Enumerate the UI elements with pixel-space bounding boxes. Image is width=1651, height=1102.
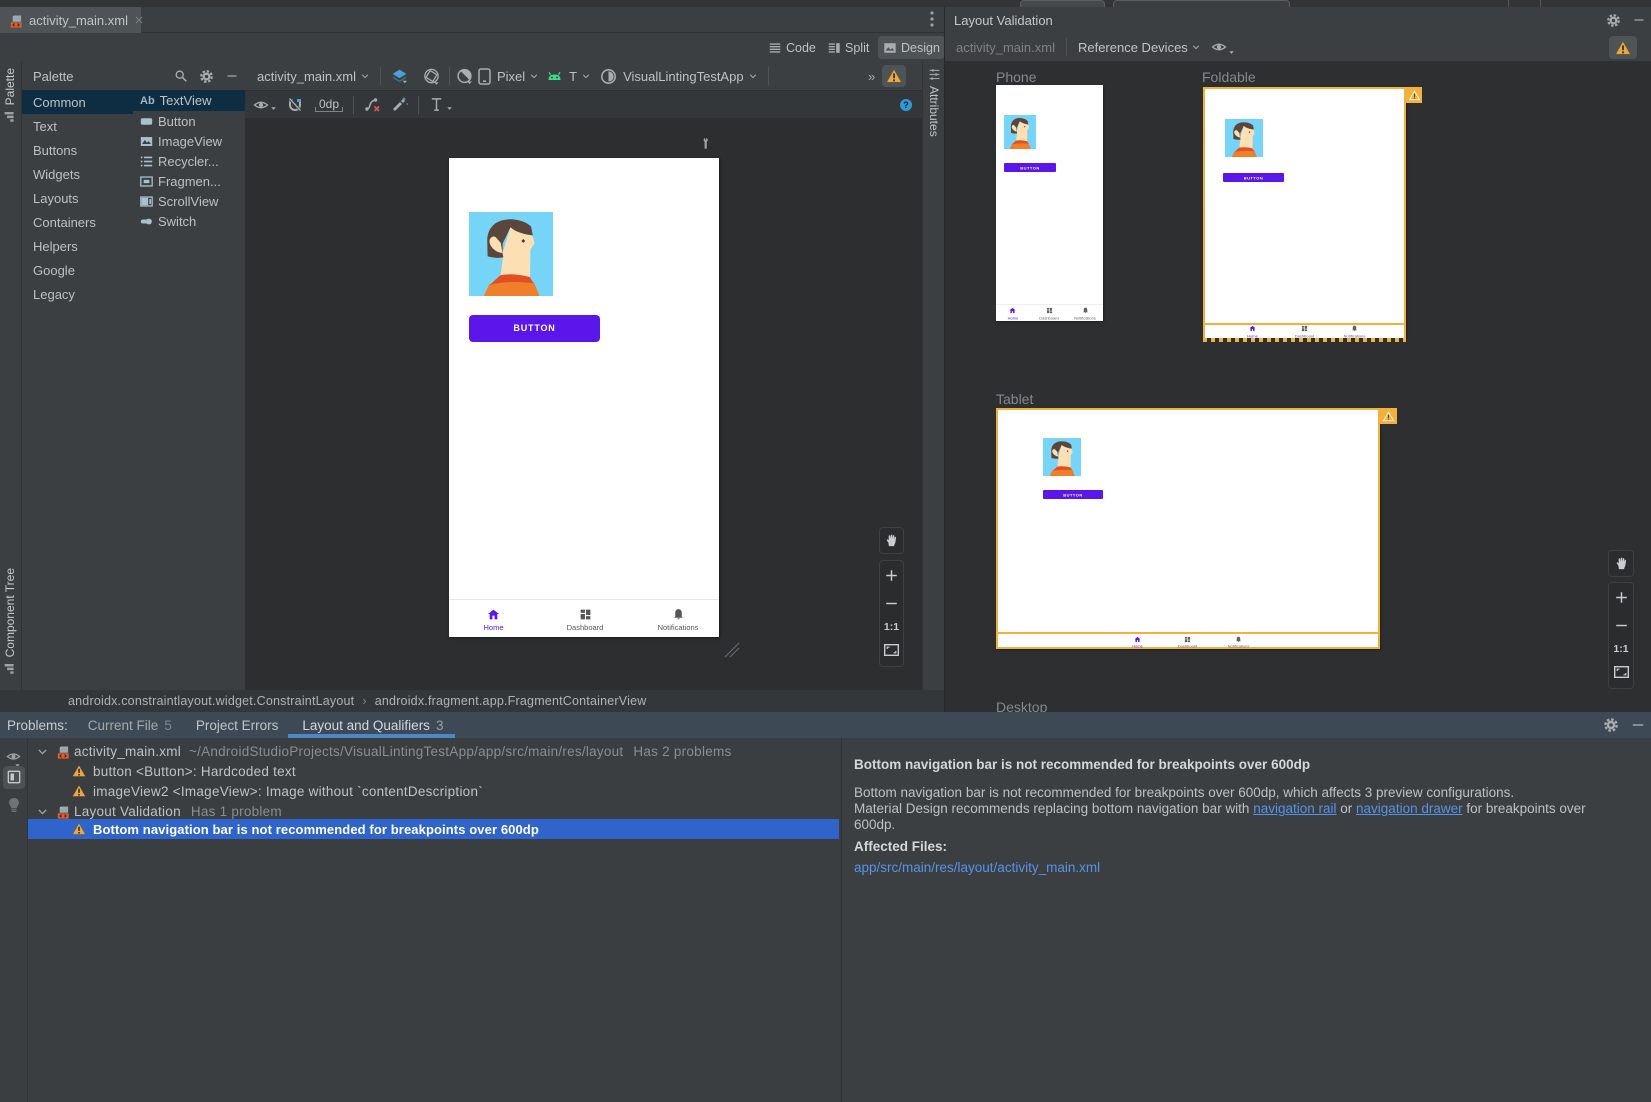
svg-text:BUTTON: BUTTON <box>1244 175 1264 180</box>
svg-text:BUTTON: BUTTON <box>1063 492 1083 497</box>
svg-text:BUTTON: BUTTON <box>1020 165 1040 170</box>
svg-text:Home: Home <box>1132 644 1143 649</box>
svg-text:Dashboard: Dashboard <box>1039 316 1059 321</box>
svg-text:Notifications: Notifications <box>1074 316 1096 321</box>
svg-text:Home: Home <box>1008 316 1019 321</box>
svg-text:Notifications: Notifications <box>1228 644 1250 649</box>
svg-text:Dashboard: Dashboard <box>1178 644 1198 649</box>
